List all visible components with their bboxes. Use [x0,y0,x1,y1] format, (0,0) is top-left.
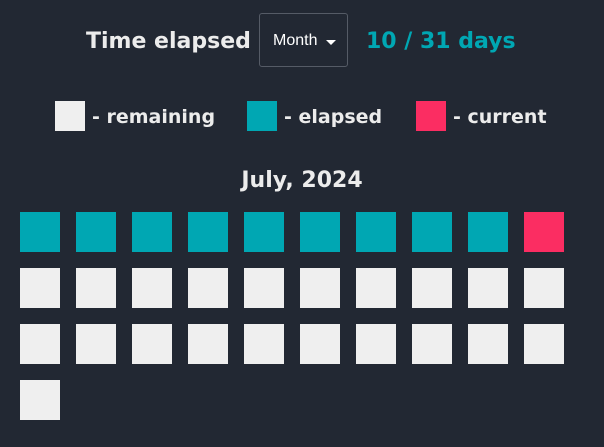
chevron-down-icon [326,40,336,45]
day-square-elapsed [20,212,60,252]
legend-swatch-elapsed [247,101,277,131]
day-square-remaining [244,324,284,364]
day-square-remaining [188,268,228,308]
day-square-remaining [20,380,60,420]
day-square-remaining [20,324,60,364]
day-square-remaining [356,324,396,364]
day-square-remaining [188,324,228,364]
day-square-remaining [300,324,340,364]
period-select-value: Month [273,32,318,49]
day-square-remaining [468,324,508,364]
month-title: July, 2024 [241,168,363,193]
day-square-remaining [76,268,116,308]
day-square-current [524,212,564,252]
day-square-elapsed [188,212,228,252]
day-square-remaining [524,324,564,364]
legend-swatch-remaining [55,101,85,131]
day-square-remaining [300,268,340,308]
day-square-remaining [76,324,116,364]
day-square-elapsed [76,212,116,252]
legend-label-elapsed: - elapsed [284,106,383,128]
legend-label-current: - current [453,106,547,128]
progress-text: 10 / 31 days [366,29,516,54]
day-square-remaining [244,268,284,308]
day-square-remaining [524,268,564,308]
time-elapsed-widget: Time elapsed Month 10 / 31 days - remain… [0,0,604,447]
period-select[interactable]: Month [259,13,348,67]
day-square-remaining [412,324,452,364]
day-square-elapsed [244,212,284,252]
legend-label-remaining: - remaining [92,106,216,128]
day-square-remaining [20,268,60,308]
day-square-elapsed [356,212,396,252]
page-title: Time elapsed [86,29,251,54]
day-square-elapsed [412,212,452,252]
legend-swatch-current [416,101,446,131]
day-square-elapsed [132,212,172,252]
day-square-remaining [468,268,508,308]
day-square-remaining [412,268,452,308]
day-grid [20,212,580,420]
day-square-remaining [356,268,396,308]
legend: - remaining - elapsed - current [0,101,604,132]
header: Time elapsed Month 10 / 31 days [0,13,604,69]
day-square-remaining [132,268,172,308]
day-square-elapsed [468,212,508,252]
day-square-elapsed [300,212,340,252]
day-square-remaining [132,324,172,364]
